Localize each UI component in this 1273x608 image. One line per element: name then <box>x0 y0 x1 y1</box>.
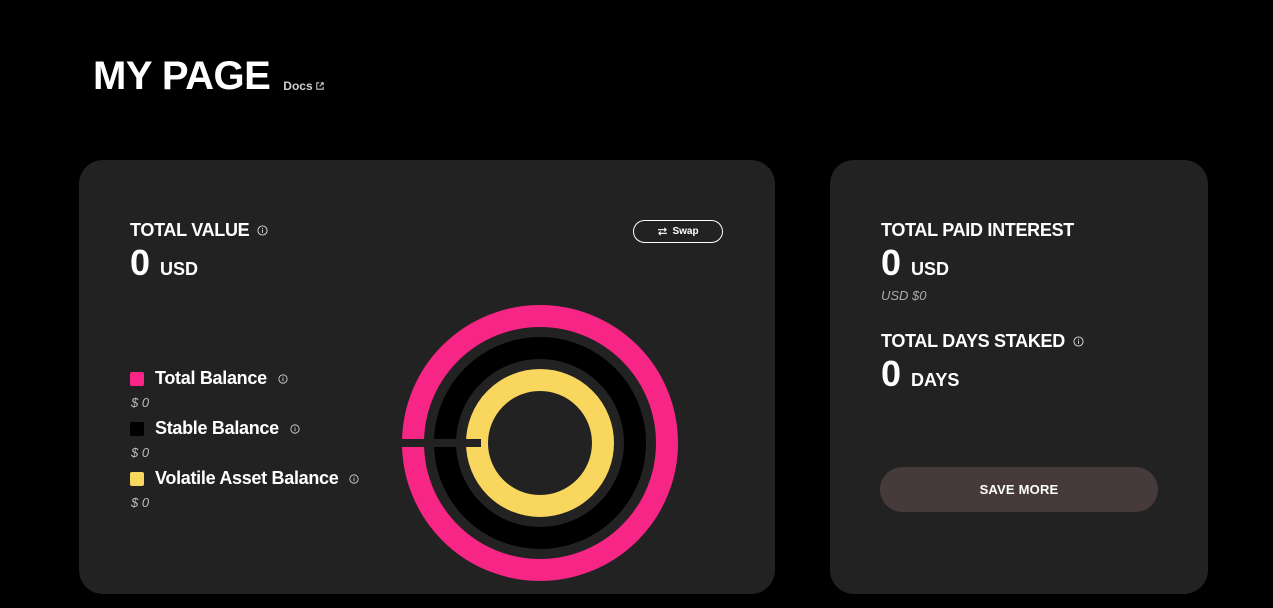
docs-link-label: Docs <box>283 79 313 93</box>
donut-gap <box>397 439 481 447</box>
swap-label: Swap <box>672 226 699 237</box>
paid-interest-usd: USD $0 <box>881 288 927 303</box>
paid-interest-block: TOTAL PAID INTEREST 0 USD USD $0 <box>881 220 1074 303</box>
total-value-unit: USD <box>160 259 199 279</box>
legend-value: $ 0 <box>131 445 150 460</box>
balance-legend: Total Balance $ 0 Stable Balance $ 0 Vol… <box>130 368 360 518</box>
legend-value: $ 0 <box>131 495 150 510</box>
page-header: MY PAGE Docs <box>93 54 324 98</box>
info-icon[interactable] <box>290 423 300 434</box>
total-value-amount: 0 <box>130 242 151 283</box>
total-value-label: TOTAL VALUE <box>130 220 250 240</box>
total-value-heading: TOTAL VALUE <box>130 220 268 241</box>
info-icon[interactable] <box>278 373 288 384</box>
days-staked-amount-row: 0 DAYS <box>881 354 1084 394</box>
info-icon[interactable] <box>349 473 360 484</box>
days-staked-label: TOTAL DAYS STAKED <box>881 331 1065 351</box>
total-value-block: TOTAL VALUE 0 USD <box>130 220 268 283</box>
save-more-button[interactable]: SAVE MORE <box>880 467 1158 512</box>
total-value-amount-row: 0 USD <box>130 243 268 283</box>
interest-card: TOTAL PAID INTEREST 0 USD USD $0 TOTAL D… <box>830 160 1208 594</box>
info-icon[interactable] <box>257 225 268 236</box>
legend-item-stable-balance: Stable Balance $ 0 <box>130 418 359 460</box>
swap-button[interactable]: Swap <box>633 220 723 243</box>
legend-swatch <box>130 421 144 436</box>
external-link-icon <box>315 82 324 90</box>
legend-swatch <box>130 471 144 486</box>
legend-label: Total Balance <box>155 368 267 388</box>
legend-swatch <box>130 371 144 386</box>
donut-ring-volatile-balance <box>466 369 614 517</box>
page-title: MY PAGE <box>93 54 271 98</box>
days-staked-unit: DAYS <box>911 370 960 390</box>
days-staked-block: TOTAL DAYS STAKED 0 DAYS <box>881 331 1084 394</box>
total-value-card: TOTAL VALUE 0 USD Swap Total Balance $ 0… <box>79 160 775 594</box>
paid-interest-unit: USD <box>911 259 950 279</box>
paid-interest-amount: 0 <box>881 242 902 283</box>
swap-icon <box>658 227 668 236</box>
legend-item-volatile-asset-balance: Volatile Asset Balance $ 0 <box>130 468 360 510</box>
balance-donut-chart <box>397 305 678 581</box>
paid-interest-label: TOTAL PAID INTEREST <box>881 220 1074 240</box>
legend-label: Volatile Asset Balance <box>155 468 339 488</box>
legend-value: $ 0 <box>131 395 150 410</box>
days-staked-heading: TOTAL DAYS STAKED <box>881 331 1084 352</box>
legend-label: Stable Balance <box>155 418 279 438</box>
info-icon[interactable] <box>1073 336 1084 347</box>
legend-item-total-balance: Total Balance $ 0 <box>130 368 359 410</box>
paid-interest-amount-row: 0 USD <box>881 243 1074 283</box>
docs-link[interactable]: Docs <box>283 79 324 93</box>
days-staked-amount: 0 <box>881 353 902 394</box>
